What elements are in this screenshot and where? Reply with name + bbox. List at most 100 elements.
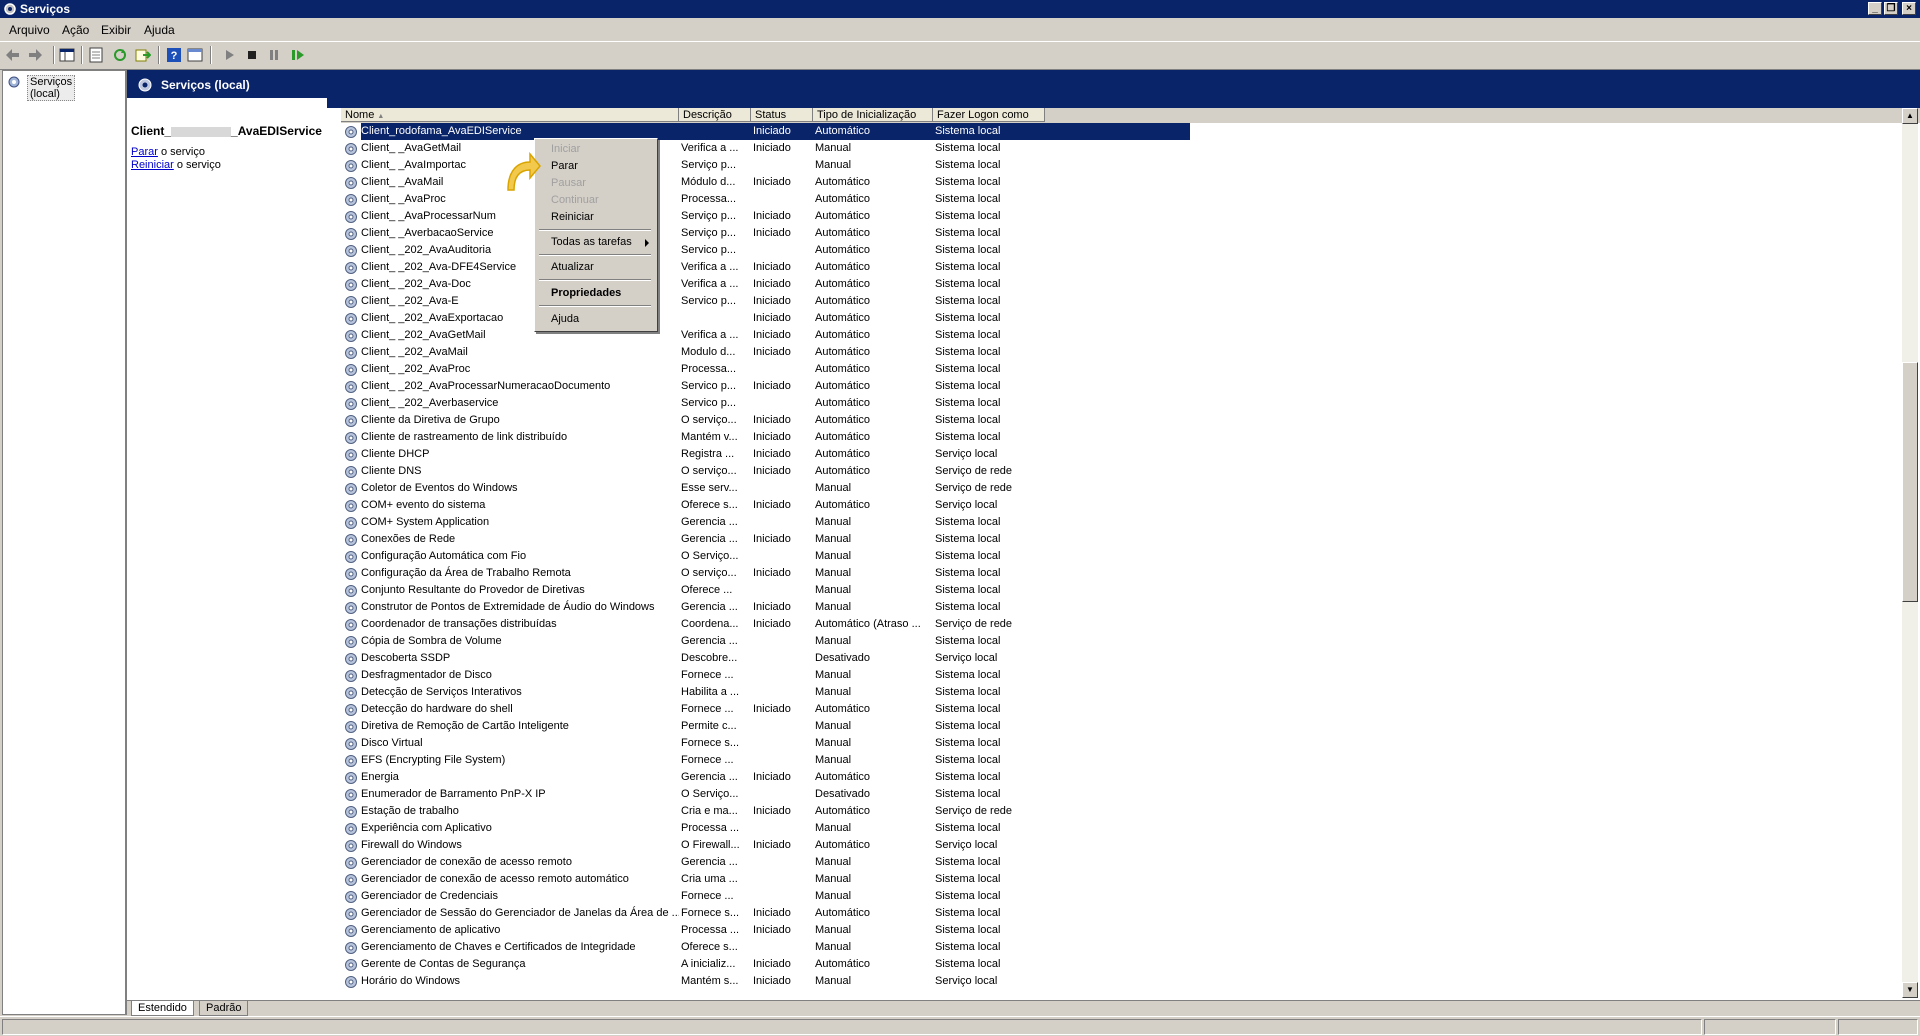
- table-row[interactable]: Detecção de Serviços Interativos Habilita…: [341, 684, 1901, 701]
- table-row[interactable]: Gerenciador de conexão de acesso remoto G…: [341, 854, 1901, 871]
- menu-exibir[interactable]: Exibir: [101, 23, 131, 37]
- column-header-tipo-inicializacao[interactable]: Tipo de Inicialização: [813, 108, 933, 122]
- help-icon[interactable]: ?: [166, 47, 182, 63]
- cell-tipo: Manual: [815, 924, 852, 936]
- table-row[interactable]: Client_ _202_AvaProc Processa... Automátic…: [341, 361, 1901, 378]
- resume-icon[interactable]: [290, 47, 306, 63]
- ctx-reiniciar[interactable]: Reiniciar: [551, 209, 594, 226]
- refresh-icon[interactable]: [112, 47, 128, 63]
- table-row[interactable]: Configuração da Área de Trabalho Remota O…: [341, 565, 1901, 582]
- gear-icon: [345, 245, 357, 257]
- scroll-thumb[interactable]: [1902, 362, 1918, 602]
- table-row[interactable]: Experiência com Aplicativo Processa ... Ma…: [341, 820, 1901, 837]
- restart-service-link[interactable]: Reiniciar: [131, 159, 174, 171]
- cell-descricao: Verifica a ...: [681, 278, 739, 290]
- console-icon[interactable]: [187, 47, 203, 63]
- cell-descricao: Servico p...: [681, 244, 737, 256]
- menu-acao[interactable]: Ação: [62, 23, 89, 37]
- cell-tipo: Automático: [815, 125, 871, 137]
- table-row[interactable]: Gerente de Contas de Segurança A iniciali…: [341, 956, 1901, 973]
- table-row[interactable]: Cliente DNS O serviço... Iniciado Automátic…: [341, 463, 1901, 480]
- cell-descricao: O Firewall...: [681, 839, 740, 851]
- cell-nome: Coordenador de transações distribuídas: [361, 618, 557, 630]
- table-row[interactable]: Coletor de Eventos do Windows Esse serv..…: [341, 480, 1901, 497]
- forward-icon[interactable]: [27, 47, 43, 63]
- table-row[interactable]: Desfragmentador de Disco Fornece ... Manua…: [341, 667, 1901, 684]
- cell-logon: Serviço local: [935, 839, 998, 851]
- table-row[interactable]: Detecção do hardware do shell Fornece ...…: [341, 701, 1901, 718]
- selected-service-name: Client_ _AvaEDIService: [131, 124, 322, 138]
- play-icon[interactable]: [221, 47, 237, 63]
- show-tree-icon[interactable]: [59, 47, 75, 63]
- pause-icon[interactable]: [266, 47, 282, 63]
- table-row[interactable]: Cliente da Diretiva de Grupo O serviço...…: [341, 412, 1901, 429]
- table-row[interactable]: Disco Virtual Fornece s... Manual Sistema l…: [341, 735, 1901, 752]
- stop-service-link[interactable]: Parar: [131, 146, 158, 158]
- table-row[interactable]: Enumerador de Barramento PnP-X IP O Servi…: [341, 786, 1901, 803]
- close-button[interactable]: ×: [1902, 2, 1916, 15]
- restore-button[interactable]: ❐: [1884, 2, 1898, 15]
- table-row[interactable]: Client_ _202_AvaProcessarNumeracaoDocume…: [341, 378, 1901, 395]
- cell-status: [753, 480, 811, 497]
- panel-header-tab: [327, 98, 1920, 108]
- table-row[interactable]: Client_ _202_AvaMail Modulo d... Iniciado A…: [341, 344, 1901, 361]
- table-row[interactable]: Gerenciador de conexão de acesso remoto …: [341, 871, 1901, 888]
- column-header-nome[interactable]: Nome ▲: [341, 108, 679, 122]
- table-row[interactable]: Horário do Windows Mantém s... Iniciado Man…: [341, 973, 1901, 990]
- scroll-down-button[interactable]: ▼: [1902, 982, 1918, 998]
- menu-arquivo[interactable]: Arquivo: [9, 23, 50, 37]
- table-row[interactable]: Energia Gerencia ... Iniciado Automático Sis…: [341, 769, 1901, 786]
- table-row[interactable]: Construtor de Pontos de Extremidade de Á…: [341, 599, 1901, 616]
- tab-padrao[interactable]: Padrão: [199, 1001, 249, 1016]
- table-row[interactable]: EFS (Encrypting File System) Fornece ... M…: [341, 752, 1901, 769]
- table-row[interactable]: Gerenciador de Sessão do Gerenciador de …: [341, 905, 1901, 922]
- export-icon[interactable]: [135, 47, 151, 63]
- cell-descricao: Fornece s...: [681, 737, 740, 749]
- ctx-parar[interactable]: Parar: [551, 158, 578, 175]
- ctx-propriedades[interactable]: Propriedades: [551, 285, 621, 302]
- cell-descricao: Serviço p...: [681, 227, 737, 239]
- minimize-button[interactable]: _: [1868, 2, 1882, 15]
- table-row[interactable]: Descoberta SSDP Descobre... Desativado Serv…: [341, 650, 1901, 667]
- vertical-scrollbar[interactable]: ▲ ▼: [1902, 108, 1918, 998]
- table-row[interactable]: COM+ System Application Gerencia ... Manua…: [341, 514, 1901, 531]
- table-row[interactable]: Gerenciador de Credenciais Fornece ... Man…: [341, 888, 1901, 905]
- ctx-ajuda[interactable]: Ajuda: [551, 311, 579, 328]
- column-header-status[interactable]: Status: [751, 108, 813, 122]
- cell-descricao: Mantém s...: [681, 975, 739, 987]
- cell-logon: Sistema local: [935, 363, 1001, 375]
- cell-tipo: Automático: [815, 465, 871, 477]
- table-row[interactable]: Conjunto Resultante do Provedor de Diret…: [341, 582, 1901, 599]
- table-row[interactable]: Diretiva de Remoção de Cartão Inteligent…: [341, 718, 1901, 735]
- table-row[interactable]: COM+ evento do sistema Oferece s... Inicia…: [341, 497, 1901, 514]
- table-row[interactable]: Coordenador de transações distribuídas Co…: [341, 616, 1901, 633]
- status-pane-main: [2, 1019, 1702, 1035]
- gear-icon: [345, 126, 357, 138]
- table-row[interactable]: Cliente DHCP Registra ... Iniciado Automáti…: [341, 446, 1901, 463]
- column-header-logon[interactable]: Fazer Logon como: [933, 108, 1045, 122]
- table-row[interactable]: Estação de trabalho Cria e ma... Iniciado A…: [341, 803, 1901, 820]
- stop-icon[interactable]: [244, 47, 260, 63]
- cell-descricao: Descobre...: [681, 652, 738, 664]
- cell-tipo: Manual: [815, 822, 852, 834]
- column-header-descricao[interactable]: Descrição: [679, 108, 751, 122]
- menubar: Arquivo Ação Exibir Ajuda: [0, 18, 1920, 40]
- table-row[interactable]: Cliente de rastreamento de link distribu…: [341, 429, 1901, 446]
- ctx-atualizar[interactable]: Atualizar: [551, 259, 594, 276]
- table-row[interactable]: Gerenciamento de aplicativo Processa ... I…: [341, 922, 1901, 939]
- table-row[interactable]: Firewall do Windows O Firewall... Iniciado…: [341, 837, 1901, 854]
- table-row[interactable]: Cópia de Sombra de Volume Gerencia ... Man…: [341, 633, 1901, 650]
- table-row[interactable]: Client_ _202_Averbaservice Servico p... Au…: [341, 395, 1901, 412]
- properties-icon[interactable]: [88, 47, 104, 63]
- tab-estendido[interactable]: Estendido: [131, 1001, 194, 1016]
- ctx-todas-tarefas[interactable]: Todas as tarefas: [551, 234, 632, 251]
- table-row[interactable]: Gerenciamento de Chaves e Certificados d…: [341, 939, 1901, 956]
- menu-ajuda[interactable]: Ajuda: [144, 23, 175, 37]
- table-row[interactable]: Configuração Automática com Fio O Serviço…: [341, 548, 1901, 565]
- cell-descricao: O serviço...: [681, 465, 737, 477]
- cell-status: Iniciado: [753, 278, 791, 290]
- back-icon[interactable]: [5, 47, 21, 63]
- cell-logon: Serviço de rede: [935, 618, 1013, 630]
- scroll-up-button[interactable]: ▲: [1902, 108, 1918, 124]
- table-row[interactable]: Conexões de Rede Gerencia ... Iniciado Manu…: [341, 531, 1901, 548]
